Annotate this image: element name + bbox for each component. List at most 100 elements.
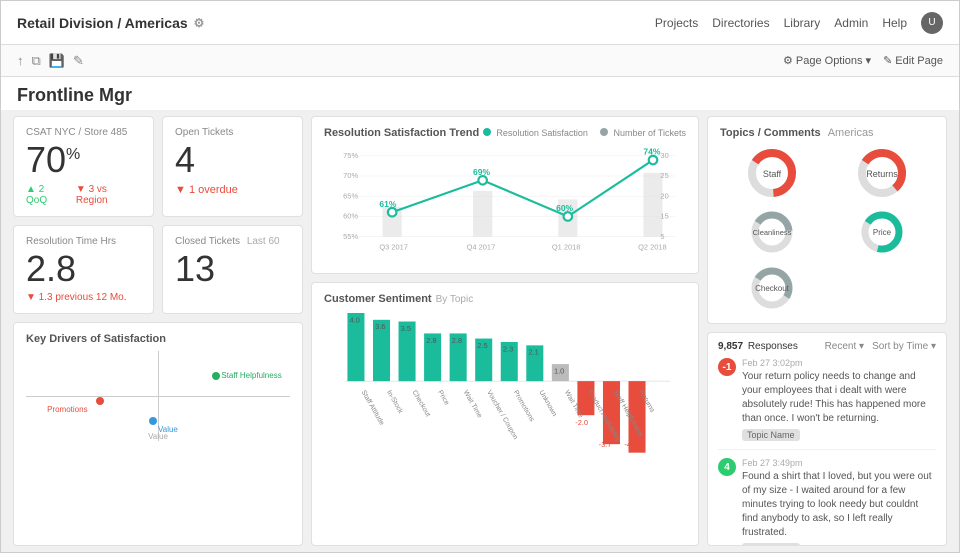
resolution-value: 2.8: [26, 249, 141, 289]
center-column: Resolution Satisfaction Trend Resolution…: [311, 116, 699, 546]
svg-text:20: 20: [660, 191, 668, 200]
copy-icon[interactable]: ⧉: [32, 53, 41, 69]
svg-text:74%: 74%: [643, 147, 660, 157]
edit-page-button[interactable]: ✎ Edit Page: [883, 54, 943, 67]
page-options-button[interactable]: ⚙ Page Options ▾: [783, 54, 871, 67]
sort-options: Recent ▾ Sort by Time ▾: [825, 341, 936, 352]
legend-satisfaction: Resolution Satisfaction: [483, 128, 588, 138]
closed-tickets-value: 13: [175, 249, 290, 289]
recent-sort[interactable]: Recent ▾: [825, 341, 864, 352]
comment-body-1: Feb 27 3:02pm Your return policy needs t…: [742, 358, 936, 441]
settings-icon[interactable]: ⚙: [194, 16, 205, 30]
svg-text:Q3 2017: Q3 2017: [379, 242, 408, 251]
sentiment-title: Customer Sentiment: [324, 293, 432, 305]
page-options-chevron: ▾: [866, 54, 872, 67]
svg-text:Checkout: Checkout: [411, 389, 432, 418]
donut-price: Price: [857, 207, 907, 257]
kd-point-value: [149, 417, 157, 425]
svg-text:Cleanliness: Cleanliness: [753, 228, 792, 237]
donut-returns-svg: Returns: [854, 145, 910, 201]
right-column: Topics / Comments Americas Staff: [707, 116, 947, 546]
svg-text:Returns: Returns: [866, 169, 898, 179]
svg-text:15: 15: [660, 212, 668, 221]
svg-text:Voucher / Coupon: Voucher / Coupon: [485, 389, 519, 441]
svg-text:2.8: 2.8: [452, 336, 462, 345]
nav-projects[interactable]: Projects: [655, 16, 698, 30]
kd-point-promotions: [96, 397, 104, 405]
closed-tickets-card: Closed Tickets Last 60 13: [162, 225, 303, 315]
time-sort[interactable]: Sort by Time ▾: [872, 341, 936, 352]
page-breadcrumb: Retail Division / Americas: [17, 15, 188, 31]
toolbar: ↑ ⧉ 💾 ✎ ⚙ Page Options ▾ ✎ Edit Page: [1, 45, 959, 77]
edit-page-icon: ✎: [883, 54, 892, 67]
app-frame: Retail Division / Americas ⚙ Projects Di…: [0, 0, 960, 553]
donut-cleanliness: Cleanliness: [747, 207, 797, 257]
comment-topic-2[interactable]: Topic Name: [742, 543, 800, 546]
svg-text:Price: Price: [873, 228, 892, 237]
sentiment-subtitle: By Topic: [436, 294, 474, 305]
resolution-footer: ▼ 1.3 previous 12 Mo.: [26, 292, 141, 303]
key-drivers-card: Key Drivers of Satisfaction Staff Helpfu…: [13, 322, 303, 546]
comment-item-2: 4 Feb 27 3:49pm Found a shirt that I lov…: [718, 458, 936, 546]
key-drivers-title: Key Drivers of Satisfaction: [26, 333, 290, 345]
kd-point-staff: [212, 372, 220, 380]
share-icon[interactable]: ↑: [17, 53, 24, 68]
open-tickets-value: 4: [175, 140, 290, 180]
comment-item-1: -1 Feb 27 3:02pm Your return policy need…: [718, 358, 936, 450]
svg-text:In-Stock: In-Stock: [385, 389, 404, 415]
comments-card: 9,857 Responses Recent ▾ Sort by Time ▾ …: [707, 332, 947, 546]
top-cards-row: CSAT NYC / Store 485 70% ▲ 2 QoQ ▼ 3 vs …: [13, 116, 303, 217]
csat-label: CSAT NYC / Store 485: [26, 127, 141, 138]
svg-text:5: 5: [660, 232, 664, 241]
trend-card: Resolution Satisfaction Trend Resolution…: [311, 116, 699, 274]
toolbar-left: ↑ ⧉ 💾 ✎: [17, 53, 84, 69]
nav-links: Projects Directories Library Admin Help …: [655, 12, 943, 34]
svg-text:25: 25: [660, 171, 668, 180]
second-cards-row: Resolution Time Hrs 2.8 ▼ 1.3 previous 1…: [13, 225, 303, 315]
page-title: Frontline Mgr: [17, 85, 132, 105]
save-icon[interactable]: 💾: [49, 53, 65, 69]
svg-text:Checkout: Checkout: [755, 284, 790, 293]
svg-text:4.0: 4.0: [350, 316, 360, 325]
overdue-label: ▼ 1 overdue: [175, 184, 290, 196]
sentiment-card: Customer Sentiment By Topic: [311, 282, 699, 546]
kd-label-promotions: Promotions: [47, 405, 87, 414]
comment-score-2: 4: [718, 458, 736, 476]
csat-footer: ▲ 2 QoQ ▼ 3 vs Region: [26, 184, 141, 206]
donut-price-svg: Price: [857, 207, 907, 257]
trend-legend: Resolution Satisfaction Number of Ticket…: [483, 128, 686, 138]
svg-text:Price: Price: [436, 389, 450, 406]
edit-icon[interactable]: ✎: [73, 53, 84, 69]
csat-qoq: ▲ 2 QoQ: [26, 184, 68, 206]
comment-text-2: Found a shirt that I loved, but you were…: [742, 470, 936, 540]
toolbar-right: ⚙ Page Options ▾ ✎ Edit Page: [783, 54, 943, 67]
topics-title: Topics / Comments Americas: [720, 127, 934, 139]
nav-admin[interactable]: Admin: [834, 16, 868, 30]
resolution-time-card: Resolution Time Hrs 2.8 ▼ 1.3 previous 1…: [13, 225, 154, 315]
nav-directories[interactable]: Directories: [712, 16, 769, 30]
comment-topic-1[interactable]: Topic Name: [742, 429, 800, 441]
open-tickets-label: Open Tickets: [175, 127, 290, 138]
svg-text:Wait Time: Wait Time: [462, 389, 483, 419]
comment-score-1: -1: [718, 358, 736, 376]
csat-region: ▼ 3 vs Region: [76, 184, 141, 206]
svg-text:2.8: 2.8: [426, 336, 436, 345]
nav-library[interactable]: Library: [784, 16, 821, 30]
svg-text:Q4 2017: Q4 2017: [467, 242, 496, 251]
svg-text:55%: 55%: [343, 232, 358, 241]
svg-text:-4.2: -4.2: [624, 440, 637, 449]
main-content: CSAT NYC / Store 485 70% ▲ 2 QoQ ▼ 3 vs …: [1, 110, 959, 552]
svg-text:Q2 2018: Q2 2018: [638, 242, 667, 251]
nav-help[interactable]: Help: [882, 16, 907, 30]
page-title-bar: Frontline Mgr: [1, 77, 959, 110]
svg-text:61%: 61%: [379, 199, 396, 209]
avatar[interactable]: U: [921, 12, 943, 34]
donut-checkout-svg: Checkout: [747, 263, 797, 313]
svg-text:Promotions: Promotions: [512, 389, 536, 423]
svg-text:1.0: 1.0: [554, 367, 564, 376]
sentiment-chart-svg: 4.0 3.6 3.5 2.8 2.8 2.5 2.3 2.1 1.0 -2.0…: [324, 313, 686, 451]
svg-text:3.5: 3.5: [401, 324, 411, 333]
page-options-label: Page Options: [796, 55, 863, 67]
svg-text:69%: 69%: [473, 167, 490, 177]
comment-meta-1: Feb 27 3:02pm: [742, 358, 936, 368]
